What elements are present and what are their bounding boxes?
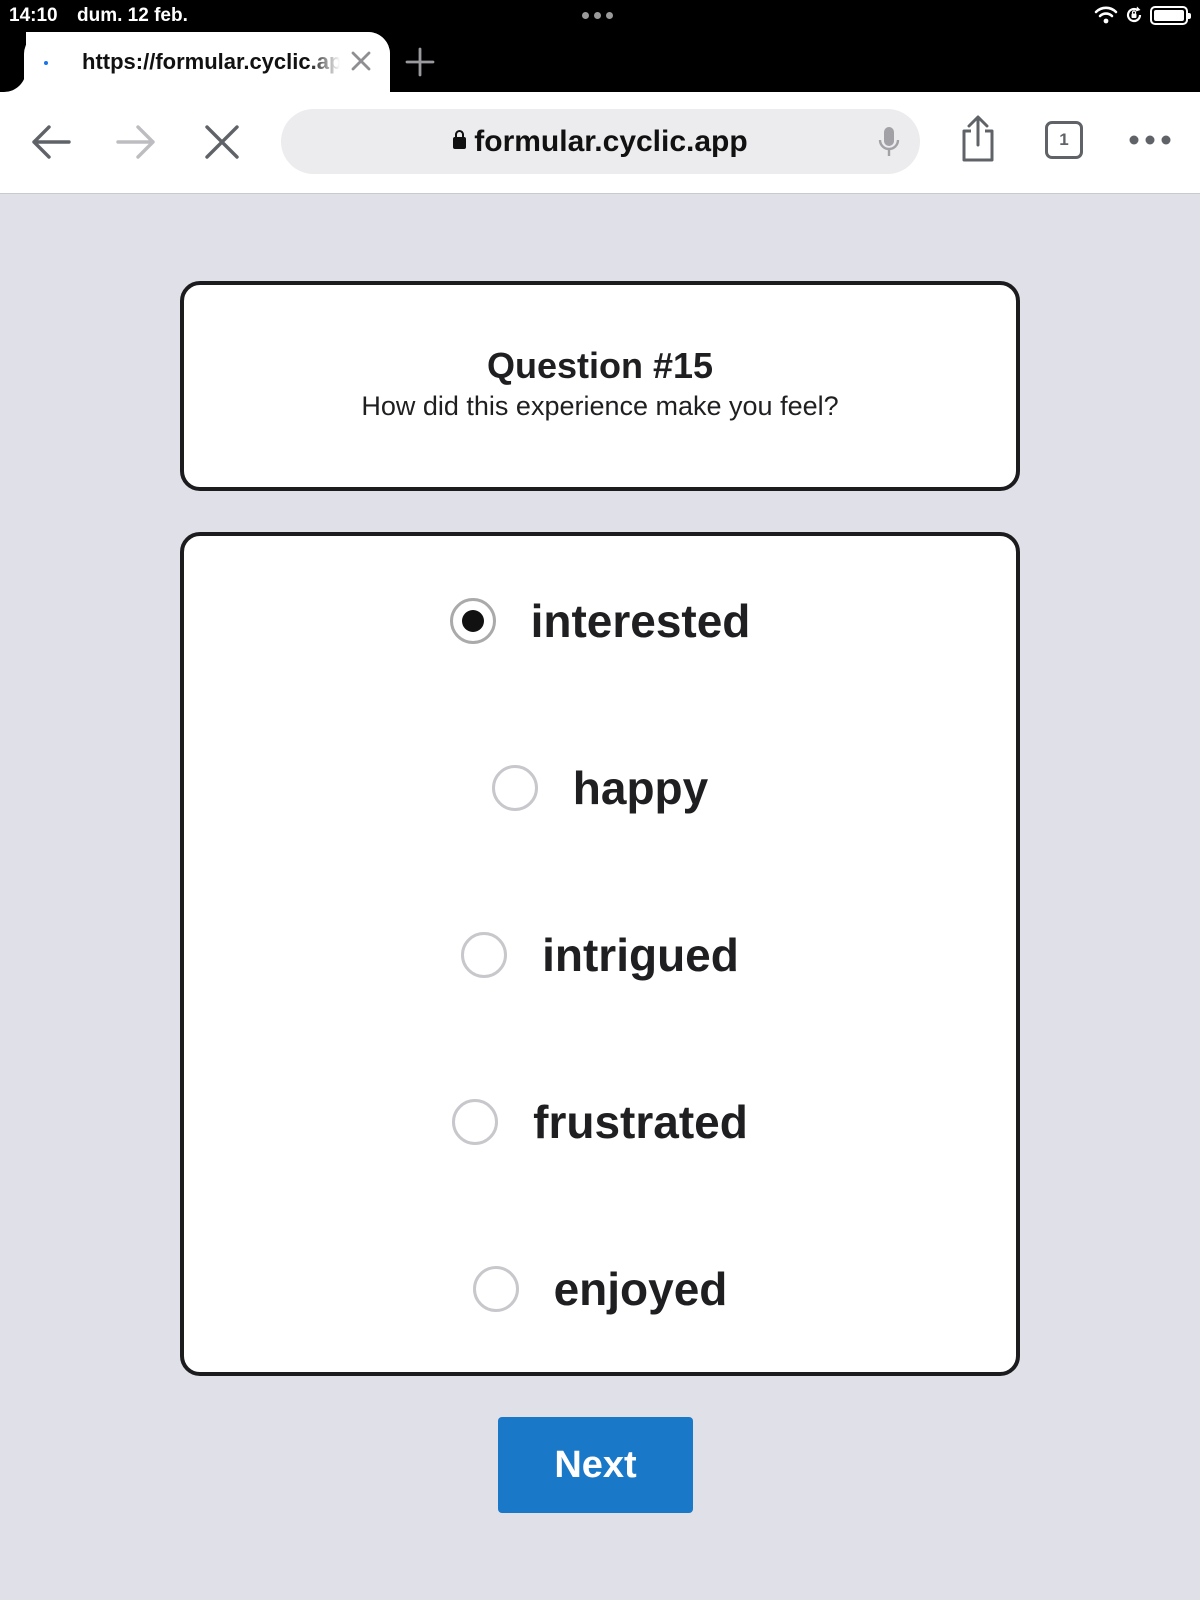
radio-button[interactable] xyxy=(452,1099,499,1145)
microphone-icon[interactable] xyxy=(878,125,900,159)
battery-icon xyxy=(1150,5,1191,25)
option-label[interactable]: happy xyxy=(573,761,708,815)
radio-button[interactable] xyxy=(472,1266,519,1312)
radio-button[interactable] xyxy=(461,932,508,978)
more-icon[interactable] xyxy=(1128,134,1172,146)
tab-close-icon[interactable] xyxy=(348,48,374,74)
status-bar: 14:10 dum. 12 feb. xyxy=(0,0,1200,32)
status-date: dum. 12 feb. xyxy=(77,5,188,26)
favicon-icon xyxy=(44,61,48,65)
option-frustrated[interactable]: frustrated xyxy=(184,1077,1016,1167)
question-text: How did this experience make you feel? xyxy=(361,391,839,421)
browser-tab[interactable]: https://formular.cyclic.app xyxy=(0,32,390,92)
tabs-icon[interactable]: 1 xyxy=(1045,121,1083,159)
status-indicators xyxy=(1094,5,1191,25)
option-interested[interactable]: interested xyxy=(184,576,1016,666)
address-bar[interactable]: formular.cyclic.app xyxy=(281,109,920,174)
orientation-lock-icon xyxy=(1126,6,1142,23)
browser-toolbar: formular.cyclic.app 1 xyxy=(0,92,1200,194)
option-label[interactable]: frustrated xyxy=(533,1095,748,1149)
forward-arrow-icon[interactable] xyxy=(114,122,158,162)
tab-count: 1 xyxy=(1059,130,1069,149)
option-enjoyed[interactable]: enjoyed xyxy=(184,1244,1016,1334)
option-happy[interactable]: happy xyxy=(184,743,1016,833)
new-tab-icon[interactable] xyxy=(403,45,437,79)
tab-strip: https://formular.cyclic.app xyxy=(0,32,1200,92)
wifi-icon xyxy=(1094,6,1118,24)
radio-button[interactable] xyxy=(449,598,496,644)
next-button[interactable]: Next xyxy=(498,1417,693,1513)
option-intrigued[interactable]: intrigued xyxy=(184,910,1016,1000)
share-icon[interactable] xyxy=(959,114,997,164)
status-time: 14:10 xyxy=(9,5,58,26)
question-card: Question #15 How did this experience mak… xyxy=(180,281,1020,491)
option-label[interactable]: intrigued xyxy=(542,928,739,982)
option-label[interactable]: interested xyxy=(531,594,751,648)
question-title: Question #15 xyxy=(486,345,714,386)
tab-title: https://formular.cyclic.app xyxy=(82,49,340,74)
multitasking-dots-icon[interactable] xyxy=(582,12,613,19)
back-arrow-icon[interactable] xyxy=(29,122,73,162)
options-card: interested happy intrigued frustrated en… xyxy=(180,532,1020,1376)
option-label[interactable]: enjoyed xyxy=(554,1262,728,1316)
stop-loading-icon[interactable] xyxy=(203,123,241,161)
radio-button[interactable] xyxy=(491,765,538,811)
lock-icon xyxy=(453,130,467,149)
address-url: formular.cyclic.app xyxy=(474,125,748,158)
